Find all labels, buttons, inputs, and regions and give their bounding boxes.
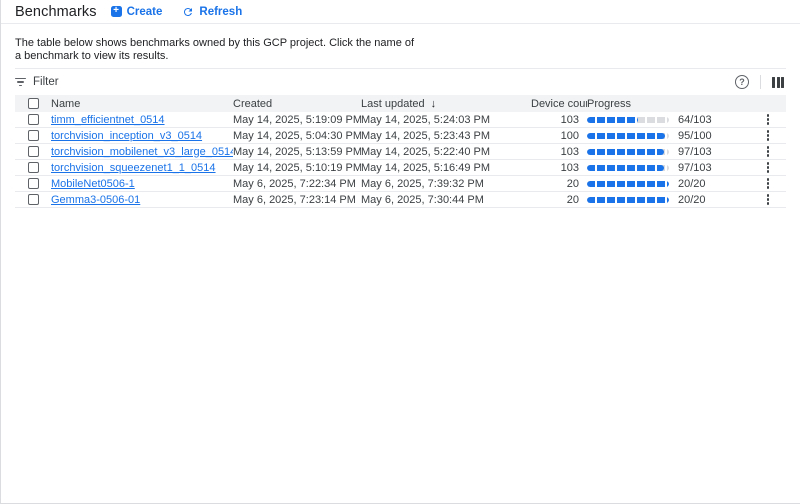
column-header-name[interactable]: Name (51, 98, 233, 110)
progress-label: 95/100 (678, 130, 712, 142)
create-button[interactable]: + Create (107, 4, 167, 20)
table-row: Gemma3-0506-01 May 6, 2025, 7:23:14 PM M… (15, 192, 786, 208)
benchmark-name-link[interactable]: timm_efficientnet_0514 (51, 114, 165, 126)
device-count-cell: 103 (531, 146, 587, 158)
progress-cell: 95/100 (587, 130, 750, 142)
filter-icon (14, 78, 26, 87)
last-updated-cell: May 6, 2025, 7:39:32 PM (361, 178, 531, 190)
description-line-1: The table below shows benchmarks owned b… (15, 37, 786, 50)
row-actions-menu-icon[interactable] (763, 160, 774, 175)
device-count-cell: 100 (531, 130, 587, 142)
column-display-options-icon[interactable] (772, 77, 784, 88)
table-toolbar: Filter ? (1, 69, 800, 95)
progress-label: 97/103 (678, 162, 712, 174)
toolbar-right-group: ? (735, 75, 784, 89)
progress-bar (587, 117, 669, 123)
table-row: torchvision_squeezenet1_1_0514 May 14, 2… (15, 160, 786, 176)
row-checkbox[interactable] (28, 178, 39, 189)
benchmark-name-link[interactable]: torchvision_squeezenet1_1_0514 (51, 162, 216, 174)
benchmark-name-link[interactable]: MobileNet0506-1 (51, 178, 135, 190)
progress-bar-fill (587, 181, 669, 187)
table-row: timm_efficientnet_0514 May 14, 2025, 5:1… (15, 112, 786, 128)
select-all-checkbox[interactable] (28, 98, 39, 109)
row-checkbox[interactable] (28, 146, 39, 157)
plus-icon: + (111, 6, 122, 17)
toolbar-divider (760, 75, 761, 89)
progress-bar (587, 181, 669, 187)
filter-label: Filter (33, 76, 59, 88)
refresh-button[interactable]: Refresh (178, 4, 246, 20)
last-updated-cell: May 14, 2025, 5:24:03 PM (361, 114, 531, 126)
progress-cell: 64/103 (587, 114, 750, 126)
progress-bar-fill (587, 165, 664, 171)
progress-bar-fill (587, 133, 665, 139)
sort-descending-icon: ↓ (431, 98, 437, 110)
table-body: timm_efficientnet_0514 May 14, 2025, 5:1… (15, 112, 786, 208)
table-header-row: Name Created Last updated↓ Device count … (15, 95, 786, 112)
last-updated-cell: May 14, 2025, 5:23:43 PM (361, 130, 531, 142)
column-header-device-count[interactable]: Device count (531, 98, 587, 110)
benchmark-name-link[interactable]: torchvision_mobilenet_v3_large_0514 (51, 146, 233, 158)
created-cell: May 14, 2025, 5:13:59 PM (233, 146, 361, 158)
row-actions-menu-icon[interactable] (763, 144, 774, 159)
progress-bar (587, 197, 669, 203)
created-cell: May 6, 2025, 7:23:14 PM (233, 194, 361, 206)
progress-label: 20/20 (678, 194, 706, 206)
benchmarks-table: Name Created Last updated↓ Device count … (15, 95, 786, 208)
last-updated-cell: May 14, 2025, 5:16:49 PM (361, 162, 531, 174)
table-row: MobileNet0506-1 May 6, 2025, 7:22:34 PM … (15, 176, 786, 192)
table-row: torchvision_inception_v3_0514 May 14, 20… (15, 128, 786, 144)
progress-cell: 20/20 (587, 178, 750, 190)
help-icon[interactable]: ? (735, 75, 749, 89)
created-cell: May 6, 2025, 7:22:34 PM (233, 178, 361, 190)
row-checkbox[interactable] (28, 194, 39, 205)
refresh-icon (182, 6, 194, 18)
progress-bar-fill (587, 149, 664, 155)
benchmark-name-link[interactable]: torchvision_inception_v3_0514 (51, 130, 202, 142)
filter-button[interactable]: Filter (14, 76, 59, 88)
page-description: The table below shows benchmarks owned b… (1, 24, 800, 63)
column-header-last-updated[interactable]: Last updated↓ (361, 98, 531, 110)
last-updated-cell: May 6, 2025, 7:30:44 PM (361, 194, 531, 206)
progress-cell: 20/20 (587, 194, 750, 206)
device-count-cell: 103 (531, 114, 587, 126)
row-checkbox[interactable] (28, 130, 39, 141)
row-actions-menu-icon[interactable] (763, 176, 774, 191)
row-actions-menu-icon[interactable] (763, 128, 774, 143)
device-count-cell: 20 (531, 194, 587, 206)
row-checkbox[interactable] (28, 162, 39, 173)
description-line-2: a benchmark to view its results. (15, 50, 786, 63)
page-title: Benchmarks (15, 4, 97, 20)
refresh-button-label: Refresh (199, 6, 242, 18)
device-count-cell: 103 (531, 162, 587, 174)
created-cell: May 14, 2025, 5:04:30 PM (233, 130, 361, 142)
progress-label: 20/20 (678, 178, 706, 190)
create-button-label: Create (127, 6, 163, 18)
progress-cell: 97/103 (587, 162, 750, 174)
row-actions-menu-icon[interactable] (763, 192, 774, 207)
device-count-cell: 20 (531, 178, 587, 190)
progress-cell: 97/103 (587, 146, 750, 158)
row-checkbox[interactable] (28, 114, 39, 125)
progress-bar (587, 165, 669, 171)
progress-bar-fill (587, 197, 669, 203)
row-actions-menu-icon[interactable] (763, 112, 774, 127)
column-header-progress[interactable]: Progress (587, 98, 750, 110)
progress-bar (587, 133, 669, 139)
progress-label: 64/103 (678, 114, 712, 126)
progress-bar-fill (587, 117, 638, 123)
column-header-created[interactable]: Created (233, 98, 361, 110)
progress-label: 97/103 (678, 146, 712, 158)
created-cell: May 14, 2025, 5:19:09 PM (233, 114, 361, 126)
last-updated-cell: May 14, 2025, 5:22:40 PM (361, 146, 531, 158)
benchmark-name-link[interactable]: Gemma3-0506-01 (51, 194, 140, 206)
created-cell: May 14, 2025, 5:10:19 PM (233, 162, 361, 174)
progress-bar (587, 149, 669, 155)
title-bar: Benchmarks + Create Refresh (1, 0, 800, 24)
table-row: torchvision_mobilenet_v3_large_0514 May … (15, 144, 786, 160)
